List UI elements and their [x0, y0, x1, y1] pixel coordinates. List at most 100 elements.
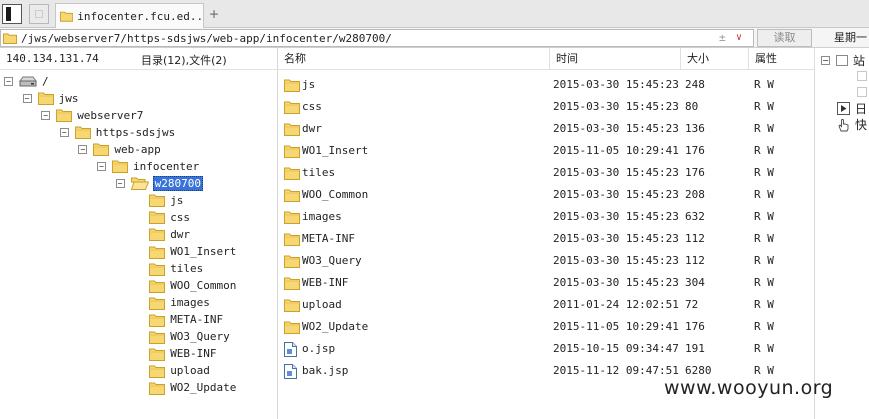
- collapse-icon[interactable]: −: [4, 76, 13, 86]
- file-name: bak.jsp: [302, 364, 349, 377]
- hand-icon: [838, 118, 849, 131]
- tree-node[interactable]: WO1_Insert: [149, 244, 237, 260]
- watermark: www.wooyun.org: [664, 377, 834, 399]
- play-icon: [837, 102, 850, 115]
- tab-infocenter[interactable]: infocenter.fcu.ed...: [55, 3, 204, 28]
- tree-node[interactable]: tiles: [149, 261, 204, 277]
- table-row[interactable]: js 2015-03-30 15:45:23 248 R W: [278, 75, 815, 95]
- file-name: dwr: [302, 122, 322, 135]
- table-row[interactable]: tiles 2015-03-30 15:45:23 176 R W: [278, 163, 815, 183]
- file-attr: R W: [754, 210, 774, 223]
- tree-node[interactable]: WOO_Common: [149, 278, 237, 294]
- new-tab-button[interactable]: +: [206, 4, 222, 24]
- collapse-icon[interactable]: −: [41, 110, 51, 120]
- tree-node[interactable]: − jws: [22, 90, 80, 106]
- tree-node[interactable]: images: [149, 295, 211, 311]
- file-time: 2015-03-30 15:45:23: [553, 122, 679, 135]
- tree-node[interactable]: − web-app: [78, 141, 161, 157]
- file-name: WO2_Update: [302, 320, 369, 333]
- file-name: WO3_Query: [302, 254, 362, 267]
- file-name: tiles: [302, 166, 336, 179]
- file-time: 2015-11-12 09:47:51: [553, 364, 679, 377]
- file-name: WOO_Common: [302, 188, 369, 201]
- folder-icon: [149, 193, 166, 208]
- tree-node[interactable]: WEB-INF: [149, 346, 217, 362]
- plus-minus-icon[interactable]: ±: [719, 30, 726, 46]
- table-row[interactable]: WOO_Common 2015-03-30 15:45:23 208 R W: [278, 185, 815, 205]
- folder-icon: [284, 320, 300, 337]
- column-attr[interactable]: 属性: [749, 48, 815, 70]
- column-size[interactable]: 大小: [681, 48, 749, 70]
- folder-icon: [284, 166, 300, 183]
- tree-node[interactable]: WO2_Update: [149, 380, 237, 396]
- folder-icon: [149, 245, 166, 259]
- file-name: js: [302, 78, 316, 91]
- site-node[interactable]: − 站: [821, 52, 865, 69]
- tree-node[interactable]: upload: [149, 363, 211, 379]
- table-row[interactable]: o.jsp 2015-10-15 09:34:47 191 R W: [278, 339, 815, 359]
- tree-node-label: images: [170, 296, 210, 310]
- table-row[interactable]: upload 2011-01-24 12:02:51 72 R W: [278, 295, 815, 315]
- folder-icon: [60, 11, 74, 22]
- file-time: 2015-03-30 15:45:23: [553, 276, 679, 289]
- folder-icon: [149, 364, 166, 378]
- tree-node-label: META-INF: [170, 313, 224, 327]
- column-time[interactable]: 时间: [550, 48, 681, 70]
- file-attr: R W: [754, 188, 774, 201]
- tree-node-label: WEB-INF: [170, 347, 217, 361]
- tree-node[interactable]: − /: [4, 73, 50, 89]
- tree-node-label: css: [170, 210, 191, 224]
- shortcut-label: 快: [855, 118, 868, 132]
- collapse-icon[interactable]: −: [115, 178, 125, 188]
- file-name: META-INF: [302, 232, 355, 245]
- file-time: 2015-11-05 10:29:41: [553, 144, 679, 157]
- file-attr: R W: [754, 298, 774, 311]
- folder-icon: [149, 347, 166, 361]
- tab-label: infocenter.fcu.ed...: [77, 9, 203, 23]
- path-text: /jws/webserver7/https-sdsjws/web-app/inf…: [21, 31, 392, 45]
- table-row[interactable]: WEB-INF 2015-03-30 15:45:23 304 R W: [278, 273, 815, 293]
- blank-tab-button[interactable]: [29, 4, 49, 24]
- tree-node[interactable]: − w280700: [115, 175, 203, 191]
- tree-node-label: https-sdsjws: [95, 125, 176, 139]
- collapse-icon[interactable]: −: [59, 127, 69, 137]
- tree-node[interactable]: META-INF: [149, 312, 224, 328]
- collapse-icon[interactable]: −: [78, 144, 88, 154]
- table-row[interactable]: WO3_Query 2015-03-30 15:45:23 112 R W: [278, 251, 815, 271]
- file-attr: R W: [754, 78, 774, 91]
- read-button[interactable]: 读取: [757, 29, 812, 47]
- file-size: 112: [685, 232, 705, 245]
- folder-icon: [149, 210, 166, 225]
- column-name[interactable]: 名称: [278, 48, 550, 70]
- tree-node[interactable]: css: [149, 209, 191, 225]
- tree-node[interactable]: − webserver7: [41, 107, 144, 123]
- collapse-icon[interactable]: −: [821, 56, 830, 65]
- tree-node-label: WO3_Query: [170, 330, 230, 344]
- tree-node[interactable]: − infocenter: [97, 158, 200, 174]
- table-row[interactable]: WO2_Update 2015-11-05 10:29:41 176 R W: [278, 317, 815, 337]
- tree-node[interactable]: dwr: [149, 226, 191, 242]
- calendar-label: 日: [855, 102, 868, 116]
- collapse-icon[interactable]: −: [22, 93, 32, 103]
- table-row[interactable]: WO1_Insert 2015-11-05 10:29:41 176 R W: [278, 141, 815, 161]
- file-name: o.jsp: [302, 342, 336, 355]
- tree-node[interactable]: WO3_Query: [149, 329, 231, 345]
- sidebar-toggle-button[interactable]: [2, 4, 22, 24]
- file-time: 2015-03-30 15:45:23: [553, 100, 679, 113]
- chevron-down-icon[interactable]: ∨: [736, 30, 742, 46]
- table-row[interactable]: dwr 2015-03-30 15:45:23 136 R W: [278, 119, 815, 139]
- file-attr: R W: [754, 342, 774, 355]
- tree-node[interactable]: − https-sdsjws: [59, 124, 176, 140]
- folder-icon: [284, 210, 300, 227]
- table-row[interactable]: images 2015-03-30 15:45:23 632 R W: [278, 207, 815, 227]
- table-row[interactable]: css 2015-03-30 15:45:23 80 R W: [278, 97, 815, 117]
- table-row[interactable]: META-INF 2015-03-30 15:45:23 112 R W: [278, 229, 815, 249]
- calendar-node[interactable]: 日: [837, 100, 867, 117]
- tree-node-label: jws: [58, 91, 79, 105]
- collapse-icon[interactable]: −: [97, 161, 106, 171]
- path-input[interactable]: /jws/webserver7/https-sdsjws/web-app/inf…: [0, 29, 754, 47]
- shortcut-node[interactable]: 快: [837, 116, 867, 133]
- file-name: upload: [302, 298, 342, 311]
- folder-icon: [284, 232, 300, 249]
- tree-node[interactable]: js: [149, 192, 184, 208]
